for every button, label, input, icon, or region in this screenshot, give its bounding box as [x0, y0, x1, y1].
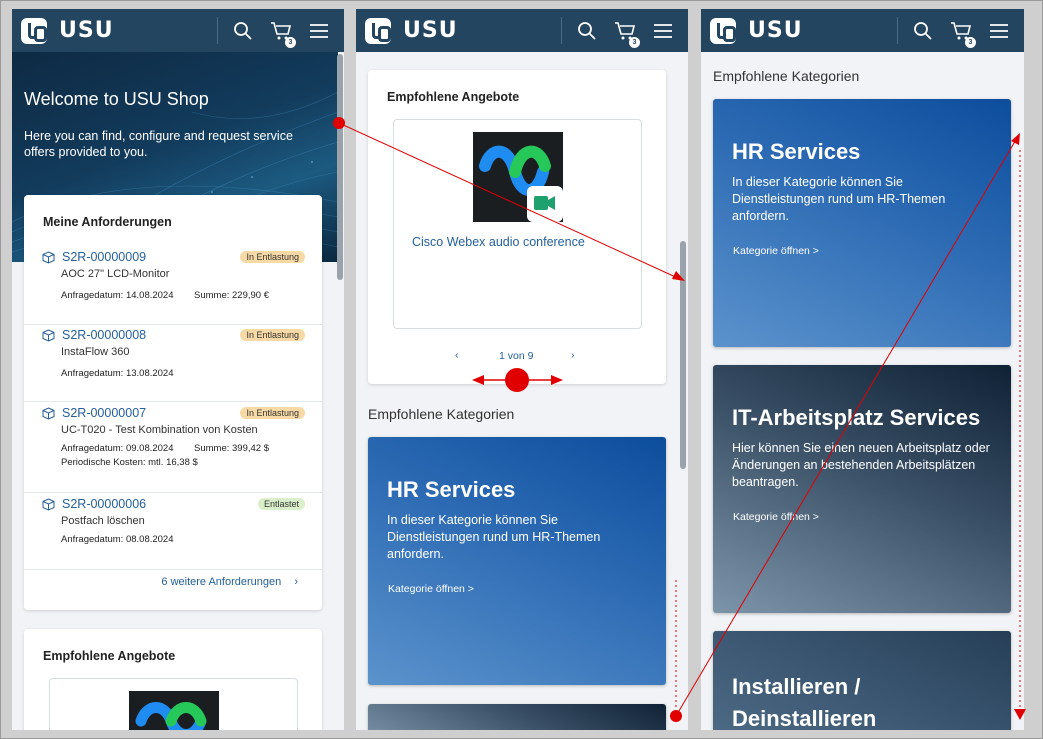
my-requests-card: Meine Anforderungen S2R-00000009 In Entl… [24, 195, 322, 610]
open-category-link[interactable]: Kategorie öffnen > [388, 583, 474, 595]
cart-count-badge: 3 [285, 36, 296, 48]
status-badge: In Entlastung [240, 251, 305, 263]
category-description: In dieser Kategorie können Sie Dienstlei… [732, 175, 946, 223]
cart-icon[interactable]: 3 [612, 18, 640, 48]
top-bar: USU 3 [701, 9, 1024, 52]
request-item-name: Postfach löschen [61, 515, 145, 527]
status-badge: Entlastet [257, 498, 305, 510]
category-card-hr[interactable]: HR Services In dieser Kategorie können S… [368, 437, 666, 685]
category-title: IT-Arbeitsplatz Services [732, 405, 981, 430]
cart-count-badge: 3 [965, 36, 976, 48]
category-description: Hier können Sie einen neuen Arbeitsplatz… [732, 441, 990, 489]
webex-logo-icon [473, 132, 563, 222]
top-bar: USU 3 [12, 9, 344, 52]
webex-logo-icon [129, 691, 219, 730]
brand-name[interactable]: USU [403, 18, 458, 43]
request-item-name: InstaFlow 360 [61, 346, 130, 358]
package-icon [42, 407, 55, 420]
request-id-link[interactable]: S2R-00000006 [62, 497, 146, 511]
package-icon [42, 251, 55, 264]
pager-prev-button[interactable]: ‹ [455, 349, 459, 361]
toolbar-divider [561, 17, 562, 44]
offer-name-link[interactable]: Cisco Webex audio conference [412, 235, 585, 249]
request-sum: Summe: 399,42 $ [194, 443, 269, 454]
cart-icon[interactable]: 3 [948, 18, 976, 48]
request-id-link[interactable]: S2R-00000007 [62, 406, 146, 420]
package-icon [42, 498, 55, 511]
usu-logo-icon[interactable] [21, 17, 47, 44]
category-card-it-workplace[interactable]: IT-Arbeitsplatz Services Hier können Sie… [713, 365, 1011, 613]
usu-logo-icon[interactable] [365, 17, 391, 44]
recommended-offers-title: Empfohlene Angebote [43, 649, 176, 663]
menu-icon[interactable] [986, 18, 1012, 44]
status-badge: In Entlastung [240, 407, 305, 419]
more-requests-link[interactable]: 6 weitere Anforderungen › [161, 576, 298, 588]
request-periodic-costs: Periodische Kosten: mtl. 16,38 $ [61, 457, 198, 468]
request-id-link[interactable]: S2R-00000008 [62, 328, 146, 342]
phone-screen-2: USU 3 Empfohlene Angebote Cisco Webex au… [356, 9, 688, 730]
toolbar-divider [897, 17, 898, 44]
brand-name[interactable]: USU [59, 18, 114, 43]
pager-indicator: 1 von 9 [499, 350, 534, 362]
category-card-it-workplace[interactable] [368, 704, 666, 730]
open-category-link[interactable]: Kategorie öffnen > [733, 511, 819, 523]
category-title: HR Services [732, 139, 861, 164]
recommended-offers-card: Empfohlene Angebote Cisco Webex audio co… [368, 70, 666, 384]
recommended-offers-title: Empfohlene Angebote [387, 90, 520, 104]
welcome-text: Here you can find, configure and request… [24, 129, 293, 159]
cart-icon[interactable]: 3 [268, 18, 296, 48]
request-date: Anfragedatum: 14.08.2024 [61, 290, 174, 301]
open-category-link[interactable]: Kategorie öffnen > [733, 245, 819, 257]
status-badge: In Entlastung [240, 329, 305, 341]
cart-count-badge: 3 [629, 36, 640, 48]
recommended-offers-card: Empfohlene Angebote [24, 629, 322, 730]
request-date: Anfragedatum: 09.08.2024 [61, 443, 174, 454]
offer-tile[interactable]: Cisco Webex audio conference [393, 119, 642, 329]
search-icon[interactable] [910, 18, 936, 44]
scrollbar-thumb[interactable] [337, 54, 343, 280]
request-row[interactable]: S2R-00000009 In Entlastung AOC 27" LCD-M… [24, 250, 322, 325]
top-bar: USU 3 [356, 9, 688, 52]
request-item-name: AOC 27" LCD-Monitor [61, 268, 170, 280]
request-row[interactable]: S2R-00000008 In Entlastung InstaFlow 360… [24, 328, 322, 402]
request-sum: Summe: 229,90 € [194, 290, 269, 301]
request-row[interactable]: S2R-00000006 Entlastet Postfach löschen … [24, 497, 322, 570]
brand-name[interactable]: USU [748, 18, 803, 43]
scrollbar-thumb[interactable] [680, 241, 686, 469]
more-requests-label: 6 weitere Anforderungen [161, 576, 282, 588]
toolbar-divider [217, 17, 218, 44]
request-item-name: UC-T020 - Test Kombination von Kosten [61, 424, 258, 436]
menu-icon[interactable] [650, 18, 676, 44]
search-icon[interactable] [574, 18, 600, 44]
chevron-right-icon: › [294, 576, 298, 588]
category-title: Installieren / Deinstallieren [732, 674, 877, 730]
recommended-categories-title: Empfohlene Kategorien [368, 406, 515, 422]
my-requests-title: Meine Anforderungen [43, 215, 172, 229]
phone-screen-3: USU 3 Empfohlene Kategorien HR Services … [701, 9, 1024, 730]
category-card-hr[interactable]: HR Services In dieser Kategorie können S… [713, 99, 1011, 347]
recommended-categories-title: Empfohlene Kategorien [713, 68, 860, 84]
request-row[interactable]: S2R-00000007 In Entlastung UC-T020 - Tes… [24, 406, 322, 493]
category-description: In dieser Kategorie können Sie Dienstlei… [387, 513, 601, 561]
offer-tile[interactable] [49, 678, 298, 730]
search-icon[interactable] [230, 18, 256, 44]
request-id-link[interactable]: S2R-00000009 [62, 250, 146, 264]
request-date: Anfragedatum: 08.08.2024 [61, 534, 174, 545]
package-icon [42, 329, 55, 342]
menu-icon[interactable] [306, 18, 332, 44]
welcome-title: Welcome to USU Shop [24, 89, 209, 109]
pager-next-button[interactable]: › [571, 349, 575, 361]
request-date: Anfragedatum: 13.08.2024 [61, 368, 174, 379]
category-title: HR Services [387, 477, 516, 502]
usu-logo-icon[interactable] [710, 17, 736, 44]
phone-screen-1: USU 3 Welcome to USU Shop Here you can f… [12, 9, 344, 730]
category-card-install[interactable]: Installieren / Deinstallieren [713, 631, 1011, 730]
